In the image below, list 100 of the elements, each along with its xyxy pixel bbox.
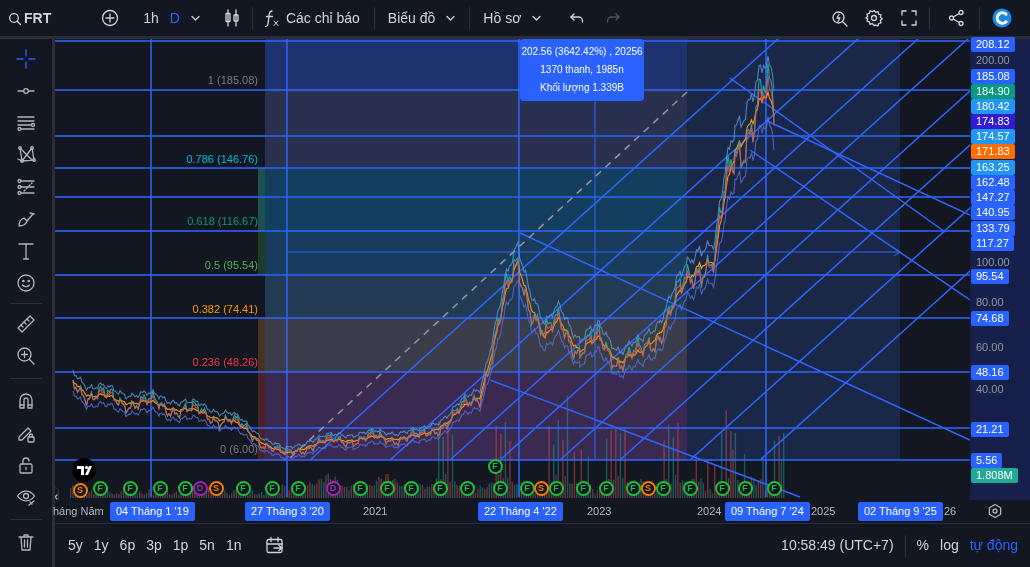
event-marker[interactable]: F [575, 480, 591, 496]
event-marker[interactable]: S [208, 480, 224, 496]
zoom-in-icon [16, 346, 36, 366]
candles-icon[interactable] [223, 9, 240, 27]
fib-level-label: 0.5 (95.54) [204, 259, 258, 272]
interval-button[interactable]: 1h [143, 7, 159, 29]
ruler-icon [16, 314, 36, 334]
event-marker[interactable]: F [352, 480, 368, 496]
range-button[interactable]: 1n [225, 535, 242, 556]
event-marker[interactable]: F [737, 480, 753, 496]
undo-icon[interactable] [569, 11, 586, 25]
add-icon[interactable] [101, 9, 120, 27]
menu-button[interactable]: Hồ sơ [483, 7, 542, 29]
logo-icon[interactable] [992, 8, 1012, 28]
event-marker[interactable]: F [379, 480, 395, 496]
alert-search-icon[interactable] [831, 9, 848, 27]
price-tick-label: 80.00 [976, 294, 1004, 309]
price-tick-label: 60.00 [976, 339, 1004, 354]
pattern-icon [16, 145, 36, 165]
event-marker[interactable]: F [264, 480, 280, 496]
time-marker-label: 04 Tháng 1 '19 [110, 502, 195, 521]
share-icon[interactable] [948, 9, 965, 27]
scale-button[interactable]: tự động [969, 535, 1018, 556]
menu-button[interactable]: Biểu đồ [387, 7, 456, 29]
range-button[interactable]: 3p [146, 535, 162, 556]
settings-icon[interactable] [865, 9, 883, 27]
time-tick-label: 2024 [697, 504, 722, 519]
price-label: 74.68 [971, 310, 1009, 326]
tooltip-text: Khối lượng 1.339B [540, 81, 624, 95]
crosshair-icon [16, 49, 36, 69]
brush-icon [16, 209, 36, 229]
calendar-icon[interactable] [265, 536, 285, 555]
price-label: 48.16 [971, 364, 1009, 380]
fib-level-label: 0.618 (116.67) [187, 215, 258, 228]
interval-button[interactable]: D [169, 7, 180, 29]
range-button[interactable]: 5y [68, 535, 83, 556]
price-label: 185.08 [971, 68, 1015, 84]
price-tick-label: 40.00 [976, 381, 1004, 396]
tooltip-text: 1370 thanh, 1985n [540, 63, 624, 77]
scale-button[interactable]: log [940, 535, 959, 556]
time-tick-label: 26 [944, 504, 957, 519]
event-marker[interactable]: F [682, 480, 698, 496]
event-marker[interactable]: F [548, 480, 564, 496]
event-marker[interactable]: F [122, 480, 138, 496]
caret-icon [445, 13, 456, 23]
scale-button[interactable]: % [916, 535, 929, 556]
event-marker[interactable]: F [459, 480, 475, 496]
price-label: 208.12 [971, 36, 1015, 52]
event-marker[interactable]: F [714, 480, 730, 496]
price-label: 21.21 [971, 421, 1009, 437]
range-button[interactable]: 1p [172, 535, 189, 556]
event-marker[interactable]: F [235, 480, 251, 496]
magnet-icon [16, 391, 36, 411]
range-button[interactable]: 1y [93, 535, 109, 556]
event-marker[interactable]: F [492, 480, 508, 496]
fibonacci-icon [16, 177, 36, 197]
fib-level-label: 1 (185.08) [207, 74, 258, 87]
event-marker[interactable]: S [72, 482, 88, 498]
price-label: 5.56 [971, 452, 1003, 468]
time-marker-label: 22 Tháng 4 '22 [478, 502, 563, 521]
fib-level-label: 0.786 (146.76) [186, 153, 258, 166]
event-marker[interactable]: F [625, 480, 641, 496]
fullscreen-icon[interactable] [901, 10, 917, 26]
smiley-icon [16, 273, 36, 293]
price-tick-label: 100.00 [976, 254, 1010, 269]
price-label: 163.25 [971, 159, 1015, 175]
event-marker[interactable]: F [152, 480, 168, 496]
event-marker[interactable]: F [403, 480, 419, 496]
function-icon [262, 8, 280, 28]
price-tick-label: 200.00 [976, 52, 1010, 67]
time-tick-label: háng Năm [53, 504, 104, 519]
parallel-lines-icon [16, 113, 36, 133]
range-button[interactable]: 6p [119, 535, 136, 556]
tradingview-logo-icon[interactable] [72, 458, 96, 482]
fib-level-label: 0.382 (74.41) [192, 303, 258, 316]
event-marker[interactable]: F [598, 480, 614, 496]
indicators-button[interactable]: Các chỉ báo [262, 7, 360, 29]
event-marker[interactable]: F [290, 480, 306, 496]
event-marker[interactable]: F [177, 480, 193, 496]
time-marker-label: 27 Tháng 3 '20 [245, 502, 330, 521]
event-marker[interactable]: S [640, 480, 656, 496]
price-label: 133.79 [971, 220, 1015, 236]
caret-icon [189, 13, 200, 23]
trash-icon [16, 532, 36, 552]
caret-icon [531, 13, 542, 23]
event-marker[interactable]: F [92, 480, 108, 496]
symbol-search-button[interactable]: FRT [8, 7, 52, 29]
range-button[interactable]: 5n [199, 535, 215, 556]
time-marker-label: 02 Tháng 9 '25 [858, 502, 943, 521]
time-tick-label: 2023 [587, 504, 612, 519]
event-marker[interactable]: S [533, 480, 549, 496]
tooltip-text: 202.56 (3642.42%) , 20256 [521, 45, 643, 59]
fib-level-label: 0.236 (48.26) [192, 356, 258, 369]
fib-level-label: 0 (6.00) [220, 443, 258, 456]
search-icon [8, 11, 21, 25]
time-marker-label: 09 Tháng 7 '24 [725, 502, 810, 521]
price-label: 1.808M [971, 467, 1018, 483]
event-marker[interactable]: F [432, 480, 448, 496]
event-marker[interactable]: F [655, 480, 671, 496]
settings-icon[interactable] [987, 503, 1003, 519]
